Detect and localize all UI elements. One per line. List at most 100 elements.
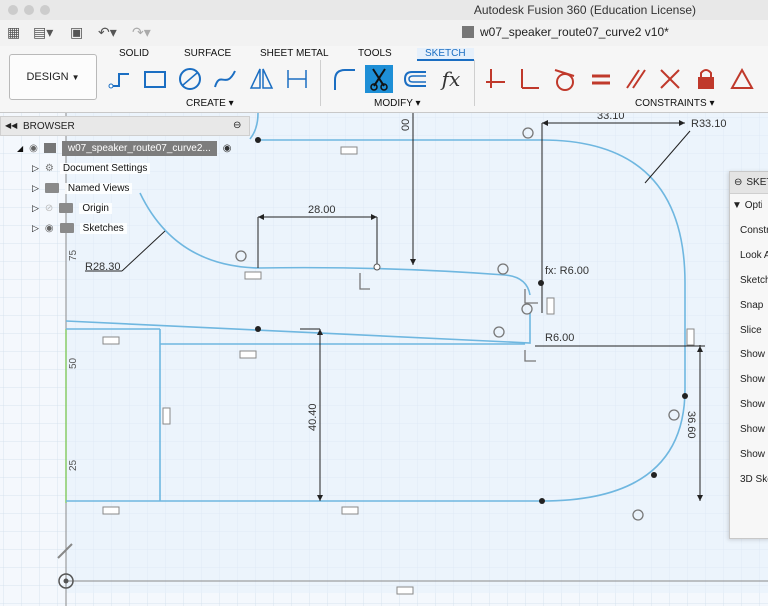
vertical-constraint-icon [686,328,695,346]
browser-header[interactable]: ◀◀ BROWSER ⊖ [0,116,250,136]
workspace-design-button[interactable]: DESIGN ▼ [9,54,97,100]
gear-icon: ⚙ [44,162,54,174]
sketch-palette-panel: ⊖ SKETCH PALETTE ▼ Options Construction … [729,171,768,539]
sketch-palette-header[interactable]: ⊖ SKETCH PALETTE [730,172,768,194]
option-show-dimensions[interactable]: Show Dimensions [740,399,768,410]
coincident-constraint-icon[interactable] [482,65,510,93]
offset-tool-icon[interactable] [401,65,429,93]
dimension-top[interactable]: 00 [400,119,412,131]
tab-sheet-metal[interactable]: SHEET METAL [260,48,329,59]
grid-menu-icon[interactable]: ▦ [7,24,20,41]
dimension-r33[interactable]: R33.10 [691,118,726,130]
expand-triangle-icon[interactable]: ▷ [32,203,39,214]
option-sketch-grid[interactable]: Sketch Grid [740,275,768,286]
fix-lock-icon[interactable] [692,65,720,93]
expand-triangle-icon[interactable]: ▷ [32,163,39,174]
save-icon[interactable]: ▣ [70,24,83,41]
perpendicular-x-constraint-icon[interactable] [656,65,684,93]
dimension-40[interactable]: 40.40 [307,403,319,431]
option-show-profile[interactable]: Show Profile [740,349,768,360]
browser-item-sketches[interactable]: ▷ ◉ Sketches [32,218,127,238]
horizontal-constraint-icon [102,336,120,345]
option-show-projected[interactable]: Show Projected Geometries [740,449,768,460]
perpendicular-constraint-icon[interactable] [516,65,544,93]
tab-tools[interactable]: TOOLS [358,48,392,59]
equal-constraint-icon[interactable] [587,65,615,93]
divider [474,60,475,106]
browser-root-item[interactable]: ◢ ◉ w07_speaker_route07_curve2... ◉ [17,138,232,158]
function-fx-icon[interactable]: fx [437,65,465,93]
eye-icon[interactable]: ◉ [29,143,38,154]
dimension-28[interactable]: 28.00 [308,204,336,216]
workspace-label: DESIGN [26,71,69,83]
minus-icon[interactable]: ⊖ [734,177,742,188]
option-slice[interactable]: Slice [740,325,768,336]
mirror-tool-icon[interactable] [247,65,275,93]
option-show-constraints[interactable]: Show Constraints [740,424,768,435]
horizontal-constraint-icon [396,586,414,595]
tangent-constraint-icon[interactable] [551,65,579,93]
radio-icon[interactable]: ◉ [223,143,232,154]
browser-item-label: Origin [79,202,112,214]
dimension-r6[interactable]: R6.00 [545,332,574,344]
browser-item-label: Sketches [79,222,127,234]
axis-label-25: 25 [68,459,79,471]
collapse-icon[interactable]: ◀◀ [5,121,17,130]
dimension-fx-r6[interactable]: fx: R6.00 [545,265,589,277]
horizontal-constraint-icon [340,146,358,155]
option-3d-sketch[interactable]: 3D Sketch [740,474,768,485]
browser-panel: ◀◀ BROWSER ⊖ ◢ ◉ w07_speaker_route07_cur… [0,116,250,240]
dimension-tool-icon[interactable] [283,65,311,93]
dimension-36[interactable]: 36.60 [685,411,697,439]
browser-item-origin[interactable]: ▷ ⊘ Origin [32,198,112,218]
axis-label-50: 50 [68,357,79,369]
rectangle-tool-icon[interactable] [141,65,169,93]
folder-icon [59,203,74,213]
folder-icon [59,223,74,233]
minus-icon[interactable]: ⊖ [233,120,241,131]
expand-triangle-icon[interactable]: ◢ [17,144,23,153]
eye-icon[interactable]: ◉ [45,223,54,234]
document-name: w07_speaker_route07_curve2 v10* [480,25,669,39]
fillet-tool-icon[interactable] [330,65,358,93]
browser-root-label: w07_speaker_route07_curve2... [61,140,217,156]
spline-tool-icon[interactable] [211,65,239,93]
dimension-33[interactable]: 33.10 [597,113,625,122]
redo-icon[interactable]: ↷▾ [132,24,151,41]
tab-surface[interactable]: SURFACE [184,48,231,59]
undo-icon[interactable]: ↶▾ [98,24,117,41]
eye-hidden-icon[interactable]: ⊘ [45,203,53,214]
expand-triangle-icon[interactable]: ▷ [32,183,39,194]
tab-solid[interactable]: SOLID [119,48,149,59]
line-tool-icon[interactable] [106,65,134,93]
option-look-at[interactable]: Look At [740,250,768,261]
horizontal-constraint-icon [102,506,120,515]
circle-tool-icon[interactable] [176,65,204,93]
file-icon[interactable]: ▤▾ [33,24,53,41]
vertical-constraint-icon [546,297,555,315]
constraints-group-label[interactable]: CONSTRAINTS ▾ [635,98,714,109]
parallel-constraint-icon[interactable] [622,65,650,93]
symmetry-triangle-icon[interactable] [728,65,756,93]
window-title: Autodesk Fusion 360 (Education License) [473,3,696,17]
horizontal-constraint-icon [239,350,257,359]
horizontal-constraint-icon [341,506,359,515]
divider [320,60,321,106]
tab-sketch[interactable]: SKETCH [417,48,474,61]
options-section[interactable]: ▼ Options [732,200,762,211]
browser-title: BROWSER [23,121,75,132]
option-show-points[interactable]: Show Points [740,374,768,385]
expand-triangle-icon[interactable]: ▷ [32,223,39,234]
trim-scissors-icon[interactable] [365,65,393,93]
sketch-palette-title: SKETCH PALETTE [746,177,768,188]
vertical-constraint-icon [162,407,171,425]
browser-item-document-settings[interactable]: ▷ ⚙ Document Settings [32,158,151,178]
ribbon: SOLID SURFACE SHEET METAL TOOLS SKETCH D… [0,46,768,113]
create-group-label[interactable]: CREATE ▾ [186,98,234,109]
document-cube-icon [462,26,474,38]
modify-group-label[interactable]: MODIFY ▾ [374,98,421,109]
option-construction[interactable]: Construction [740,225,768,236]
dimension-r28[interactable]: R28.30 [85,261,120,273]
browser-item-named-views[interactable]: ▷ Named Views [32,178,133,198]
option-snap[interactable]: Snap [740,300,768,311]
